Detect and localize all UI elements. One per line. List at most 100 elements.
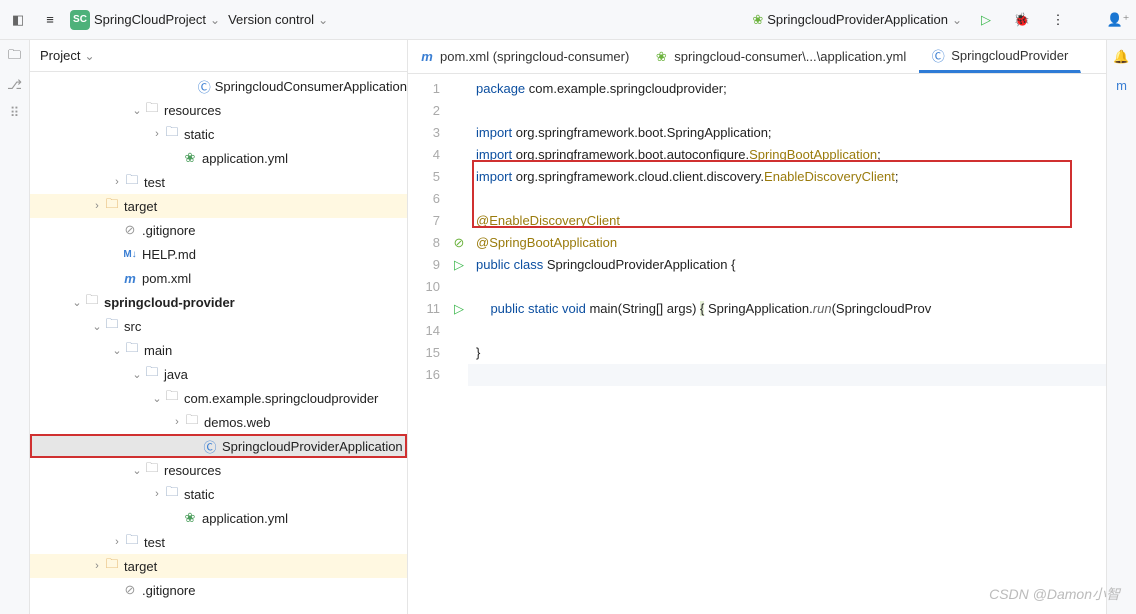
- tree-label: com.example.springcloudprovider: [184, 391, 378, 406]
- tree-item[interactable]: ›🗀target: [30, 194, 407, 218]
- tree-item[interactable]: ›🗀test: [30, 170, 407, 194]
- tree-chevron-icon: ⌄: [130, 368, 144, 381]
- tree-chevron-icon: ⌄: [110, 344, 124, 357]
- project-badge-icon: SC: [70, 10, 90, 30]
- tree-item[interactable]: ⌄🗀resources: [30, 458, 407, 482]
- tree-item[interactable]: ›🗀demos.web: [30, 410, 407, 434]
- code-content[interactable]: package com.example.springcloudprovider;…: [468, 74, 1106, 614]
- tree-item[interactable]: ❀application.yml: [30, 146, 407, 170]
- tree-chevron-icon: ⌄: [70, 296, 84, 309]
- tree-label: main: [144, 343, 172, 358]
- tree-item[interactable]: ⌄🗀main: [30, 338, 407, 362]
- tree-item[interactable]: ⌄🗀src: [30, 314, 407, 338]
- more-actions-button[interactable]: ⋮: [1046, 8, 1070, 32]
- run-config-selector[interactable]: ❀ SpringcloudProviderApplication: [752, 12, 962, 28]
- chevron-down-icon: [952, 12, 962, 27]
- tree-item[interactable]: ›🗀target: [30, 554, 407, 578]
- code-line[interactable]: [468, 364, 1106, 386]
- tree-label: java: [164, 367, 188, 382]
- main-menu-button[interactable]: ≡: [38, 8, 62, 32]
- tree-label: resources: [164, 103, 221, 118]
- tree-label: static: [184, 487, 214, 502]
- main-area: 🗀 ⎇ ⠿ Project ⒸSpringcloudConsumerApplic…: [0, 40, 1136, 614]
- editor-tab[interactable]: m pom.xml (springcloud-consumer): [408, 40, 642, 73]
- tree-label: test: [144, 175, 165, 190]
- tab-icon: m: [420, 50, 434, 64]
- code-line[interactable]: [468, 100, 1106, 122]
- debug-button[interactable]: 🐞: [1010, 8, 1034, 32]
- tree-chevron-icon: ›: [110, 536, 124, 548]
- tree-item[interactable]: ❀application.yml: [30, 506, 407, 530]
- editor-tab[interactable]: Ⓒ SpringcloudProvider: [919, 40, 1081, 73]
- tree-label: SpringcloudConsumerApplication: [215, 79, 407, 94]
- main-toolbar: ◧ ≡ SC SpringCloudProject Version contro…: [0, 0, 1136, 40]
- tree-chevron-icon: ⌄: [130, 464, 144, 477]
- tree-chevron-icon: ⌄: [150, 392, 164, 405]
- project-tool-button[interactable]: 🗀: [4, 46, 26, 68]
- tab-label: pom.xml (springcloud-consumer): [440, 49, 629, 64]
- code-line[interactable]: }: [468, 342, 1106, 364]
- tree-label: .gitignore: [142, 223, 195, 238]
- code-line[interactable]: public static void main(String[] args) {…: [468, 298, 1106, 320]
- vcs-label: Version control: [228, 12, 314, 27]
- tab-icon: Ⓒ: [931, 48, 945, 62]
- tree-item[interactable]: ⊘.gitignore: [30, 578, 407, 602]
- tree-item[interactable]: ⌄🗀com.example.springcloudprovider: [30, 386, 407, 410]
- project-tree[interactable]: ⒸSpringcloudConsumerApplication⌄🗀resourc…: [30, 72, 407, 614]
- editor-area: m pom.xml (springcloud-consumer) ❀ springcl…: [408, 40, 1106, 614]
- tree-item[interactable]: ›🗀test: [30, 530, 407, 554]
- right-tool-strip: 🔔 m: [1106, 40, 1136, 614]
- tree-item[interactable]: ⌄🗀springcloud-provider: [30, 290, 407, 314]
- code-line[interactable]: import org.springframework.boot.SpringAp…: [468, 122, 1106, 144]
- code-line[interactable]: [468, 320, 1106, 342]
- tab-icon: ❀: [654, 50, 668, 64]
- toolbar-left: ◧ ≡ SC SpringCloudProject Version contro…: [6, 8, 744, 32]
- tree-item[interactable]: ›🗀static: [30, 122, 407, 146]
- code-line[interactable]: public class SpringcloudProviderApplicat…: [468, 254, 1106, 276]
- run-button[interactable]: ▷: [974, 8, 998, 32]
- code-editor[interactable]: 1234567891011141516 ⊘▷▷ package com.exam…: [408, 74, 1106, 614]
- project-selector[interactable]: SC SpringCloudProject: [70, 10, 220, 30]
- tree-label: target: [124, 559, 157, 574]
- tab-label: SpringcloudProvider: [951, 48, 1068, 63]
- editor-tabs: m pom.xml (springcloud-consumer) ❀ springcl…: [408, 40, 1106, 74]
- tree-label: application.yml: [202, 151, 288, 166]
- add-user-icon[interactable]: 👤⁺: [1106, 8, 1130, 32]
- highlight-box: [472, 160, 1072, 228]
- tree-item[interactable]: ⒸSpringcloudConsumerApplication: [30, 74, 407, 98]
- line-numbers: 1234567891011141516: [408, 74, 450, 614]
- tree-item[interactable]: M↓HELP.md: [30, 242, 407, 266]
- tree-chevron-icon: ›: [170, 416, 184, 428]
- tree-item[interactable]: ⌄🗀java: [30, 362, 407, 386]
- left-tool-strip: 🗀 ⎇ ⠿: [0, 40, 30, 614]
- maven-tool-button[interactable]: m: [1111, 74, 1133, 96]
- tree-label: SpringcloudProviderApplication: [222, 439, 403, 454]
- ide-logo-icon[interactable]: ◧: [6, 8, 30, 32]
- code-line[interactable]: @SpringBootApplication: [468, 232, 1106, 254]
- commit-tool-button[interactable]: ⎇: [4, 74, 26, 96]
- tree-chevron-icon: ›: [90, 560, 104, 572]
- project-tool-header: Project: [30, 40, 407, 72]
- tree-item[interactable]: ⒸSpringcloudProviderApplication: [30, 434, 407, 458]
- tree-item[interactable]: ›🗀static: [30, 482, 407, 506]
- tree-label: .gitignore: [142, 583, 195, 598]
- tree-chevron-icon: ›: [150, 488, 164, 500]
- code-line[interactable]: [468, 276, 1106, 298]
- editor-tab[interactable]: ❀ springcloud-consumer\...\application.ym…: [642, 40, 919, 73]
- tree-item[interactable]: mpom.xml: [30, 266, 407, 290]
- tree-item[interactable]: ⌄🗀resources: [30, 98, 407, 122]
- version-control-button[interactable]: Version control: [228, 12, 328, 27]
- code-line[interactable]: package com.example.springcloudprovider;: [468, 78, 1106, 100]
- tab-label: springcloud-consumer\...\application.yml: [674, 49, 906, 64]
- tree-chevron-icon: ›: [150, 128, 164, 140]
- notifications-button[interactable]: 🔔: [1111, 46, 1133, 68]
- tree-chevron-icon: ⌄: [90, 320, 104, 333]
- project-name-label: SpringCloudProject: [94, 12, 206, 27]
- tree-item[interactable]: ⊘.gitignore: [30, 218, 407, 242]
- tree-label: springcloud-provider: [104, 295, 235, 310]
- chevron-down-icon[interactable]: [84, 48, 94, 63]
- tree-label: resources: [164, 463, 221, 478]
- tree-chevron-icon: ›: [90, 200, 104, 212]
- structure-tool-button[interactable]: ⠿: [4, 102, 26, 124]
- tree-label: demos.web: [204, 415, 270, 430]
